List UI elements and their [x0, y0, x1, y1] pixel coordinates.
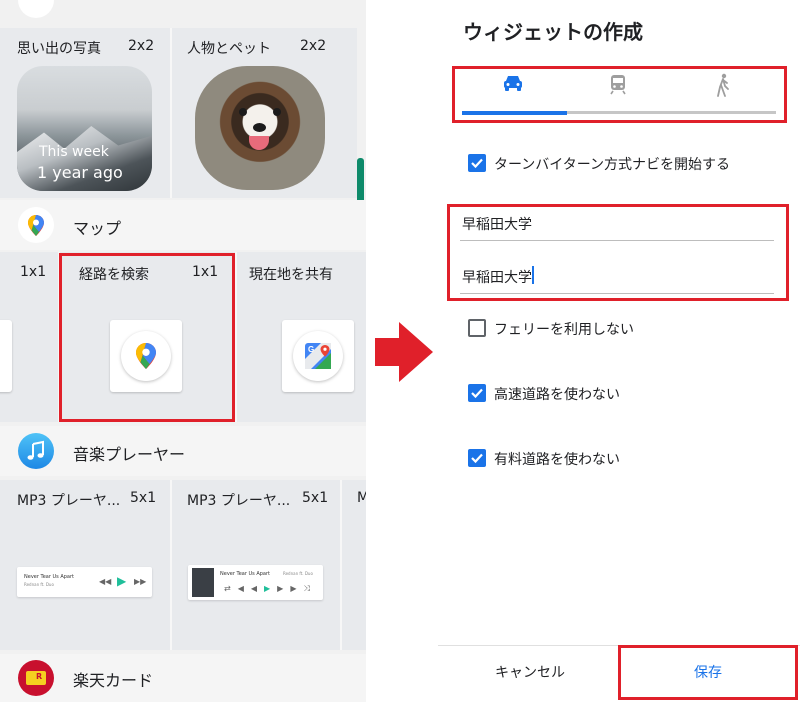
cancel-button[interactable]: キャンセル [490, 661, 570, 683]
dialog-title: ウィジェットの作成 [463, 20, 643, 44]
avoid-highways-option[interactable]: 高速道路を使わない [468, 380, 768, 406]
widget-preview [0, 320, 12, 392]
mp3-widget-preview: Never Tear Us Apart Rednan ft. Duo ⇄◀◀▶▶… [188, 565, 323, 600]
app-header-maps: マップ [0, 200, 366, 250]
app-name: 音楽プレーヤー [73, 445, 186, 464]
player-controls: ⇄◀◀▶▶▶⤨ [224, 584, 317, 593]
memories-photo-preview: This week 1 year ago [17, 66, 152, 191]
widget-title: 人物とペット [187, 41, 271, 57]
prev-icon: ◀◀ [99, 577, 112, 586]
turn-by-turn-option[interactable]: ターンバイターン方式ナビを開始する [468, 150, 768, 176]
widget-title: MP3 プレーヤ... [17, 493, 121, 509]
widget-size: 5x1 [130, 490, 157, 506]
play-icon: ▶ [117, 574, 127, 588]
widget-cell-share-location[interactable]: 現在地を共有 G [237, 252, 366, 422]
mp3-widget-preview: Never Tear Us Apart Rednan ft. Duo ◀◀ ▶ … [17, 567, 152, 597]
app-name: 楽天カード [73, 671, 154, 690]
app-header-music: 音楽プレーヤー [0, 426, 366, 476]
widget-size: 2x2 [300, 38, 327, 54]
widget-title: 現在地を共有 [249, 267, 333, 283]
photo-overlay-text: 1 year ago [37, 163, 123, 182]
widget-title: MP3 プレーヤ... [187, 493, 291, 509]
checkbox-label: ターンバイターン方式ナビを開始する [494, 157, 731, 173]
app-name: マップ [73, 219, 122, 238]
highlight-box [447, 204, 789, 301]
widget-cell-mp3-1[interactable]: MP3 プレーヤ... 5x1 Never Tear Us Apart Redn… [0, 480, 170, 650]
avoid-tolls-option[interactable]: 有料道路を使わない [468, 445, 768, 471]
svg-text:G: G [308, 345, 314, 354]
checkbox-label: 有料道路を使わない [494, 452, 620, 468]
partial-app-icon [18, 0, 54, 18]
app-header-rakuten: R 楽天カード [0, 654, 366, 702]
photo-overlay-text: This week [39, 144, 109, 160]
checkbox-unchecked[interactable] [468, 319, 486, 337]
maps-share-icon: G [293, 331, 343, 381]
next-icon: ▶▶ [134, 577, 147, 586]
checkbox-label: フェリーを利用しない [494, 322, 634, 338]
widget-cell-partial[interactable]: M [342, 480, 366, 650]
checkbox-checked[interactable] [468, 154, 486, 172]
pet-photo-preview [195, 66, 325, 190]
music-note-icon [18, 433, 54, 469]
widget-cell-mp3-2[interactable]: MP3 プレーヤ... 5x1 Never Tear Us Apart Redn… [172, 480, 340, 650]
share-location-widget-preview: G [282, 320, 354, 392]
widget-size: 5x1 [302, 490, 329, 506]
widget-title: M [357, 490, 366, 506]
highlight-box [452, 66, 787, 123]
widget-size: 1x1 [20, 264, 47, 280]
track-artist: Rednan ft. Duo [24, 582, 54, 587]
checkbox-checked[interactable] [468, 449, 486, 467]
widget-cell-maps-partial[interactable]: 1x1 [0, 252, 58, 422]
rakuten-card-icon: R [18, 660, 54, 696]
widget-title: 思い出の写真 [17, 41, 101, 57]
google-maps-icon [18, 207, 54, 243]
checkbox-label: 高速道路を使わない [494, 387, 620, 403]
highlight-box [59, 253, 235, 422]
track-title: Never Tear Us Apart [24, 574, 75, 580]
arrow-right-icon [373, 320, 435, 388]
track-title: Never Tear Us Apart [220, 571, 271, 577]
highlight-box [618, 645, 798, 700]
create-widget-dialog: ウィジェットの作成 ターンバイターン方式ナビを開始する 早稲田大学 早稲田大学 … [438, 0, 800, 702]
album-art [192, 568, 214, 597]
widget-size: 2x2 [128, 38, 155, 54]
track-artist: Rednan ft. Duo [283, 571, 313, 576]
checkbox-checked[interactable] [468, 384, 486, 402]
widget-picker-panel: 思い出の写真 2x2 人物とペット 2x2 This week 1 year a… [0, 0, 366, 702]
avoid-ferries-option[interactable]: フェリーを利用しない [468, 315, 768, 341]
